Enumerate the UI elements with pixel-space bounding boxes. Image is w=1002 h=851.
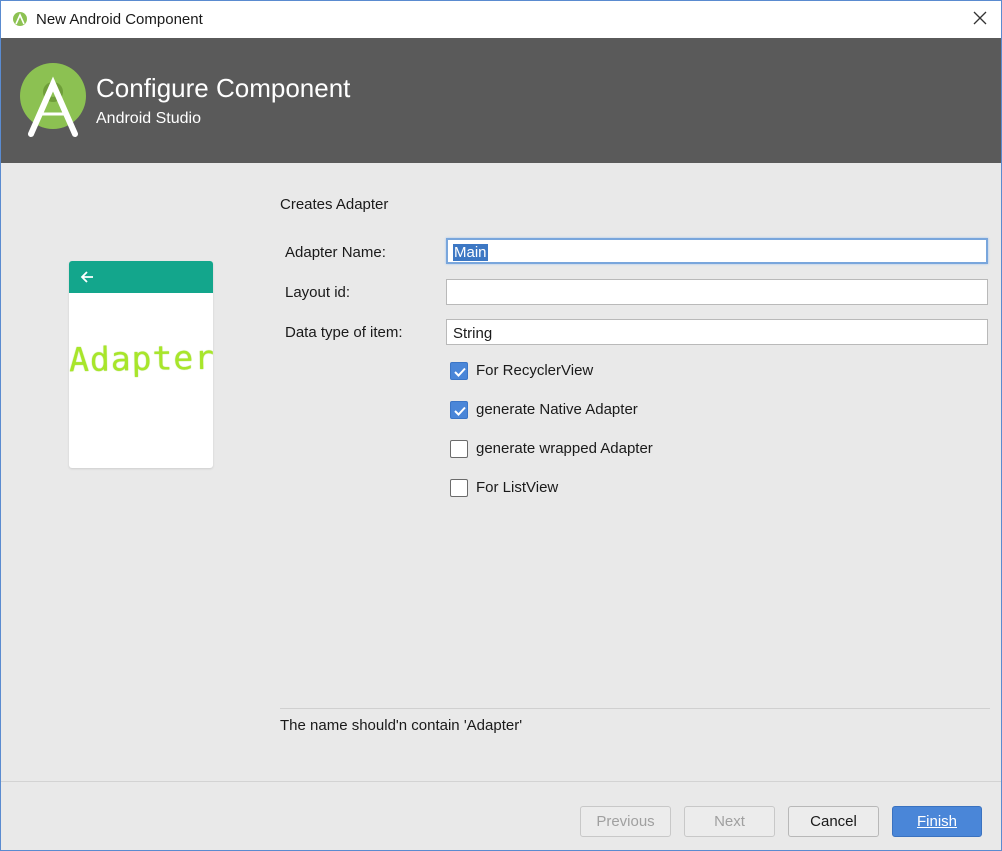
native-adapter-checkbox[interactable] <box>450 401 468 419</box>
window-title: New Android Component <box>36 11 203 28</box>
wrapped-adapter-checkbox[interactable] <box>450 440 468 458</box>
footer-divider <box>1 781 1001 782</box>
next-button[interactable]: Next <box>684 806 775 837</box>
adapter-name-input[interactable]: Main <box>446 238 988 264</box>
message-divider <box>280 708 990 709</box>
layout-id-label: Layout id: <box>285 284 351 301</box>
native-adapter-checkbox-label: generate Native Adapter <box>476 401 638 418</box>
back-arrow-icon <box>80 271 93 283</box>
listview-checkbox[interactable] <box>450 479 468 497</box>
title-bar: New Android Component <box>1 1 1001 38</box>
data-type-label: Data type of item: <box>285 324 403 341</box>
component-preview: Adapter <box>69 261 213 468</box>
listview-checkbox-label: For ListView <box>476 479 559 496</box>
preview-toolbar <box>69 261 213 293</box>
wrapped-adapter-checkbox-label: generate wrapped Adapter <box>476 440 653 457</box>
adapter-name-value: Main <box>453 244 488 261</box>
previous-button[interactable]: Previous <box>580 806 671 837</box>
header-banner: Configure Component Android Studio <box>1 38 1001 163</box>
android-studio-logo <box>20 63 86 137</box>
data-type-input[interactable]: String <box>446 319 988 345</box>
adapter-name-label: Adapter Name: <box>285 244 386 261</box>
dialog-window: New Android Component Configure Componen… <box>0 0 1002 851</box>
checkmark-icon <box>454 406 466 416</box>
android-studio-icon <box>13 12 27 26</box>
banner-title: Configure Component <box>96 73 351 103</box>
finish-button[interactable]: Finish <box>892 806 982 837</box>
cancel-button[interactable]: Cancel <box>788 806 879 837</box>
recyclerview-checkbox-label: For RecyclerView <box>476 362 594 379</box>
section-label: Creates Adapter <box>280 196 389 213</box>
recyclerview-checkbox[interactable] <box>450 362 468 380</box>
validation-message: The name should'n contain 'Adapter' <box>280 717 523 734</box>
finish-button-label: Finish <box>916 813 957 830</box>
close-icon[interactable] <box>971 9 989 27</box>
checkmark-icon <box>454 367 466 377</box>
preview-label: Adapter <box>69 337 213 380</box>
banner-subtitle: Android Studio <box>96 110 201 127</box>
layout-id-input[interactable] <box>446 279 988 305</box>
